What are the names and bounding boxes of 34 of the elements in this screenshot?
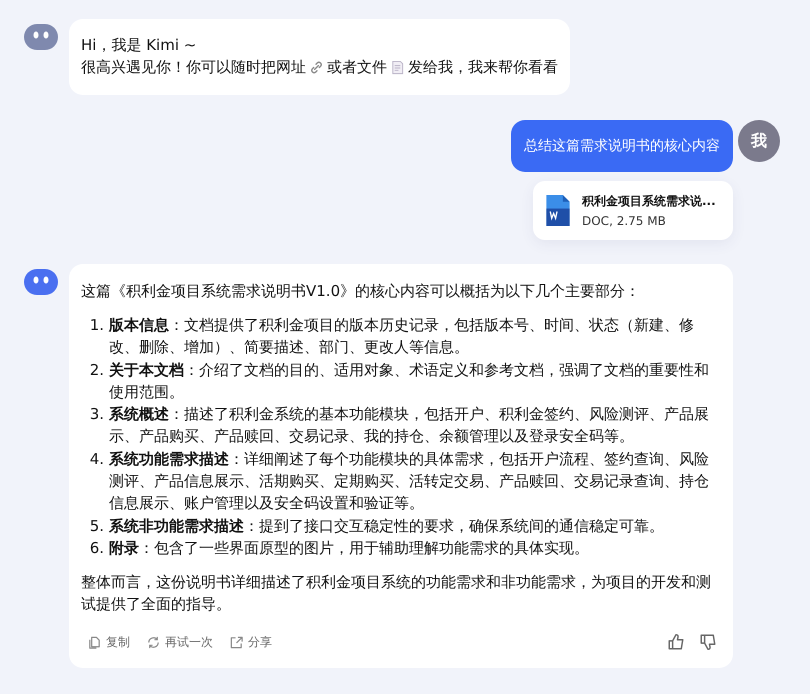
list-number: 5.: [88, 516, 105, 537]
file-name: 积利金项目系统需求说...: [582, 193, 716, 210]
refresh-icon: [146, 634, 161, 650]
thumbs-down-icon[interactable]: [699, 633, 717, 652]
answer-text: 整体而言，这份说明书详细描述了积利金项目系统的功能需求和非功能需求，为项目的开发和测试提供了全面的指导。: [81, 572, 712, 616]
document-icon: [390, 60, 405, 74]
list-number: 6.: [88, 538, 105, 559]
list-item-text: 系统非功能需求描述：提到了接口交互稳定性的要求，确保系统间的通信稳定可靠。: [109, 516, 665, 537]
user-avatar: 我: [738, 120, 780, 162]
copy-icon: [87, 634, 102, 650]
list-number: 2.: [88, 360, 105, 381]
list-item-text: 版本信息：文档提供了积利金项目的版本历史记录，包括版本号、时间、状态（新建、修改、删除、增加）、简要描述、部门、更改人等信息。: [109, 315, 695, 358]
list-number: 1.: [88, 315, 105, 336]
greeting-text: 或者文件: [327, 57, 387, 78]
list-number: 3.: [88, 404, 105, 426]
share-button[interactable]: 分享: [229, 634, 272, 651]
retry-button[interactable]: 再试一次: [146, 634, 213, 651]
list-item-text: 关于本文档：介绍了文档的目的、适用对象、术语定义和参考文档，强调了文档的重要性和使用范围。: [109, 360, 710, 403]
copy-button[interactable]: 复制: [87, 634, 130, 651]
greeting-text: 很高兴遇见你！你可以随时把网址: [81, 57, 306, 78]
file-card[interactable]: 积利金项目系统需求说... DOC, 2.75 MB: [533, 181, 733, 240]
list-number: 4.: [88, 448, 105, 470]
greeting-text: Hi，我是 Kimi ~: [81, 35, 196, 56]
message-bubble: 总结这篇需求说明书的核心内容: [511, 120, 733, 172]
list-item-text: 系统功能需求描述：详细阐述了每个功能模块的具体需求，包括开户流程、签约查询、风险测评、产品信息展示、活期购买、定期购买、活转定交易、产品赎回、交易记录查询、持仓信息展示、账户管理以及安全码设置和验证等。: [109, 448, 710, 514]
link-icon: [309, 60, 324, 74]
list-item-text: 系统概述：描述了积利金系统的基本功能模块，包括开户、积利金签约、风险测评、产品展示、产品购买、产品赎回、交易记录、我的持仓、余额管理以及登录安全码等。: [109, 404, 710, 448]
answer-text: 这篇《积利金项目系统需求说明书V1.0》的核心内容可以概括为以下几个主要部分：: [81, 281, 642, 302]
list-item-text: 附录：包含了一些界面原型的图片，用于辅助理解功能需求的具体实现。: [109, 538, 590, 559]
share-icon: [229, 634, 244, 650]
greeting-text: 发给我，我来帮你看看: [408, 57, 558, 78]
thumbs-up-icon[interactable]: [667, 633, 685, 652]
file-size: DOC, 2.75 MB: [582, 214, 667, 228]
word-document-icon: [546, 195, 570, 226]
